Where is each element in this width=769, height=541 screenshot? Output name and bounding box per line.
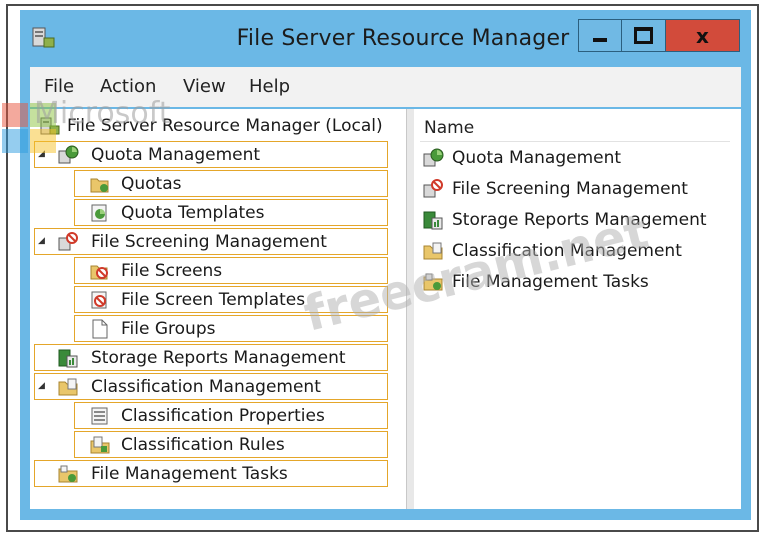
tree-item-label: Storage Reports Management [91,348,346,368]
quota-management-icon [58,145,79,164]
tree-item-classification-rules[interactable]: Classification Rules [74,431,388,458]
tree-item-label: File Management Tasks [91,464,288,484]
quota-templates-icon [91,204,107,222]
storage-reports-icon [423,211,443,230]
tree-item-file-management-tasks[interactable]: File Management Tasks [34,460,388,487]
classification-properties-icon [91,407,108,425]
tree-item-quotas[interactable]: Quotas [74,170,388,197]
tree-item-label: Classification Rules [121,435,285,455]
file-groups-icon [92,319,108,339]
maximize-icon [634,27,653,44]
app-window: File Server Resource Manager x File Acti… [20,10,751,520]
column-header-label: Name [424,118,475,138]
tree-item-label: File Screens [121,261,223,281]
tree-item-quota-management[interactable]: ◢ Quota Management [34,141,388,168]
tree-item-label: File Groups [121,319,216,339]
maximize-button[interactable] [622,19,666,52]
file-screens-icon [90,265,108,280]
tree-item-label: Quotas [121,174,182,194]
quota-management-icon [423,148,444,167]
menu-view[interactable]: View [183,76,226,97]
tree-item-label: File Screening Management [91,232,327,252]
collapse-arrow-icon[interactable]: ◢ [38,381,48,391]
column-header-name[interactable]: Name [420,113,730,142]
file-screening-icon [58,232,78,251]
minimize-button[interactable] [578,19,622,52]
collapse-arrow-icon[interactable]: ◢ [38,236,48,246]
tree-item-label: File Screen Templates [121,290,306,310]
list-item-quota-management[interactable]: Quota Management [420,145,735,173]
file-screen-templates-icon [91,291,107,309]
storage-reports-icon [58,349,78,368]
list-item-label: Quota Management [452,148,622,168]
list-item-file-screening-management[interactable]: File Screening Management [420,176,735,204]
tree-item-classification-properties[interactable]: Classification Properties [74,402,388,429]
list-item-label: File Screening Management [452,179,688,199]
tree-item-storage-reports-management[interactable]: Storage Reports Management [34,344,388,371]
tree-item-file-screening-management[interactable]: ◢ File Screening Management [34,228,388,255]
menu-action[interactable]: Action [100,76,156,97]
tree-item-label: Classification Management [91,377,321,397]
results-pane[interactable]: Name Quota Management File Screening Man… [414,109,741,509]
menu-file[interactable]: File [44,76,74,97]
classification-rules-icon [90,436,110,454]
close-button[interactable]: x [666,19,740,52]
close-icon: x [696,23,709,48]
microsoft-watermark-text: Microsoft [34,96,171,131]
tree-item-label: Quota Templates [121,203,265,223]
menu-help[interactable]: Help [249,76,290,97]
file-screening-icon [423,179,443,198]
tree-item-label: Classification Properties [121,406,325,426]
tree-item-classification-management[interactable]: ◢ Classification Management [34,373,388,400]
file-management-tasks-icon [58,465,78,483]
tree-item-quota-templates[interactable]: Quota Templates [74,199,388,226]
quotas-icon [90,178,109,193]
tree-item-label: Quota Management [91,145,261,165]
classification-icon [58,378,78,396]
minimize-icon [593,37,607,42]
title-bar[interactable]: File Server Resource Manager x [20,10,751,66]
